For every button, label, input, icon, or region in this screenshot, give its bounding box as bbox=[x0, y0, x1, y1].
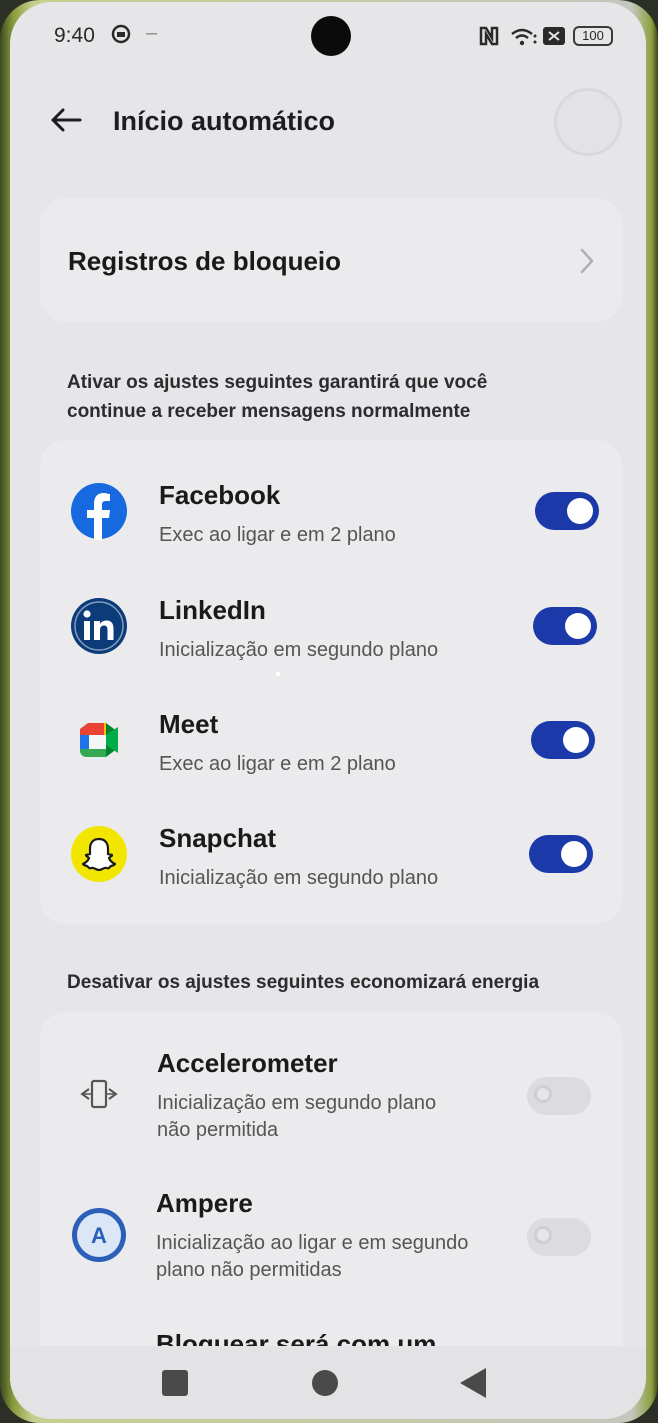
status-dash: – bbox=[146, 22, 158, 44]
app-row-facebook[interactable]: Facebook Exec ao ligar e em 2 plano bbox=[40, 480, 622, 560]
app-subtitle: Exec ao ligar e em 2 plano bbox=[159, 524, 396, 546]
sync-icon bbox=[111, 24, 131, 44]
home-icon[interactable] bbox=[312, 1370, 338, 1396]
nfc-icon bbox=[479, 26, 499, 46]
floating-circle[interactable] bbox=[554, 88, 622, 156]
meet-icon bbox=[80, 723, 118, 757]
app-name: Accelerometer bbox=[157, 1048, 338, 1078]
battery-indicator: 100 bbox=[573, 26, 613, 46]
linkedin-icon bbox=[71, 598, 127, 654]
app-subtitle-line1: Inicialização em segundo plano bbox=[157, 1092, 437, 1114]
chevron-right-icon bbox=[580, 248, 594, 274]
enable-apps-card: Facebook Exec ao ligar e em 2 plano Link… bbox=[40, 440, 622, 924]
ampere-icon: A bbox=[72, 1208, 126, 1262]
app-name: Ampere bbox=[156, 1188, 253, 1218]
app-name: LinkedIn bbox=[159, 595, 266, 625]
enable-section-caption: Ativar os ajustes seguintes garantirá qu… bbox=[67, 372, 488, 422]
app-subtitle: Exec ao ligar e em 2 plano bbox=[159, 753, 396, 775]
app-row-meet[interactable]: Meet Exec ao ligar e em 2 plano bbox=[40, 709, 622, 789]
camera-hole bbox=[311, 16, 351, 56]
app-subtitle-line1: Inicialização ao ligar e em segundo bbox=[156, 1232, 469, 1254]
partial-next-item: Bloquear será com um bbox=[156, 1329, 437, 1346]
snapchat-icon bbox=[71, 826, 127, 882]
wifi-icon bbox=[511, 28, 537, 46]
navigation-bar bbox=[10, 1346, 646, 1419]
accelerometer-toggle[interactable] bbox=[527, 1077, 591, 1115]
app-name: Snapchat bbox=[159, 823, 277, 853]
status-time: 9:40 bbox=[54, 24, 95, 47]
accelerometer-icon bbox=[80, 1079, 118, 1109]
linkedin-toggle[interactable] bbox=[533, 607, 597, 645]
app-row-ampere[interactable]: A Ampere Inicialização ao ligar e em seg… bbox=[40, 1188, 622, 1288]
app-name: Facebook bbox=[159, 480, 281, 510]
app-subtitle: Inicialização em segundo plano bbox=[159, 639, 439, 661]
block-log-label: Registros de bloqueio bbox=[68, 246, 342, 276]
app-row-snapchat[interactable]: Snapchat Inicialização em segundo plano bbox=[40, 823, 622, 903]
facebook-toggle[interactable] bbox=[535, 492, 599, 530]
ampere-toggle[interactable] bbox=[527, 1218, 591, 1256]
meet-toggle[interactable] bbox=[531, 721, 595, 759]
app-row-accelerometer[interactable]: Accelerometer Inicialização em segundo p… bbox=[40, 1048, 622, 1148]
disable-section-caption: Desativar os ajustes seguintes economiza… bbox=[67, 972, 540, 993]
back-triangle-icon[interactable] bbox=[460, 1368, 486, 1398]
status-bar: 9:40 – 100 bbox=[10, 2, 646, 72]
screen-speck bbox=[276, 672, 280, 676]
back-arrow-icon[interactable] bbox=[48, 102, 84, 138]
sim-icon bbox=[543, 27, 565, 45]
recents-icon[interactable] bbox=[162, 1370, 188, 1396]
app-subtitle-line2: não permitida bbox=[157, 1119, 279, 1141]
app-subtitle-line2: plano não permitidas bbox=[156, 1259, 342, 1281]
app-subtitle: Inicialização em segundo plano bbox=[159, 867, 439, 889]
app-name: Meet bbox=[159, 709, 219, 739]
snapchat-toggle[interactable] bbox=[529, 835, 593, 873]
screen: 9:40 – 100 Início automático Registros d… bbox=[10, 2, 646, 1419]
page-title: Início automático bbox=[113, 106, 336, 136]
block-log-row[interactable]: Registros de bloqueio bbox=[40, 198, 622, 322]
facebook-icon bbox=[71, 483, 127, 540]
svg-text:A: A bbox=[91, 1223, 107, 1248]
app-row-linkedin[interactable]: LinkedIn Inicialização em segundo plano bbox=[40, 595, 622, 675]
